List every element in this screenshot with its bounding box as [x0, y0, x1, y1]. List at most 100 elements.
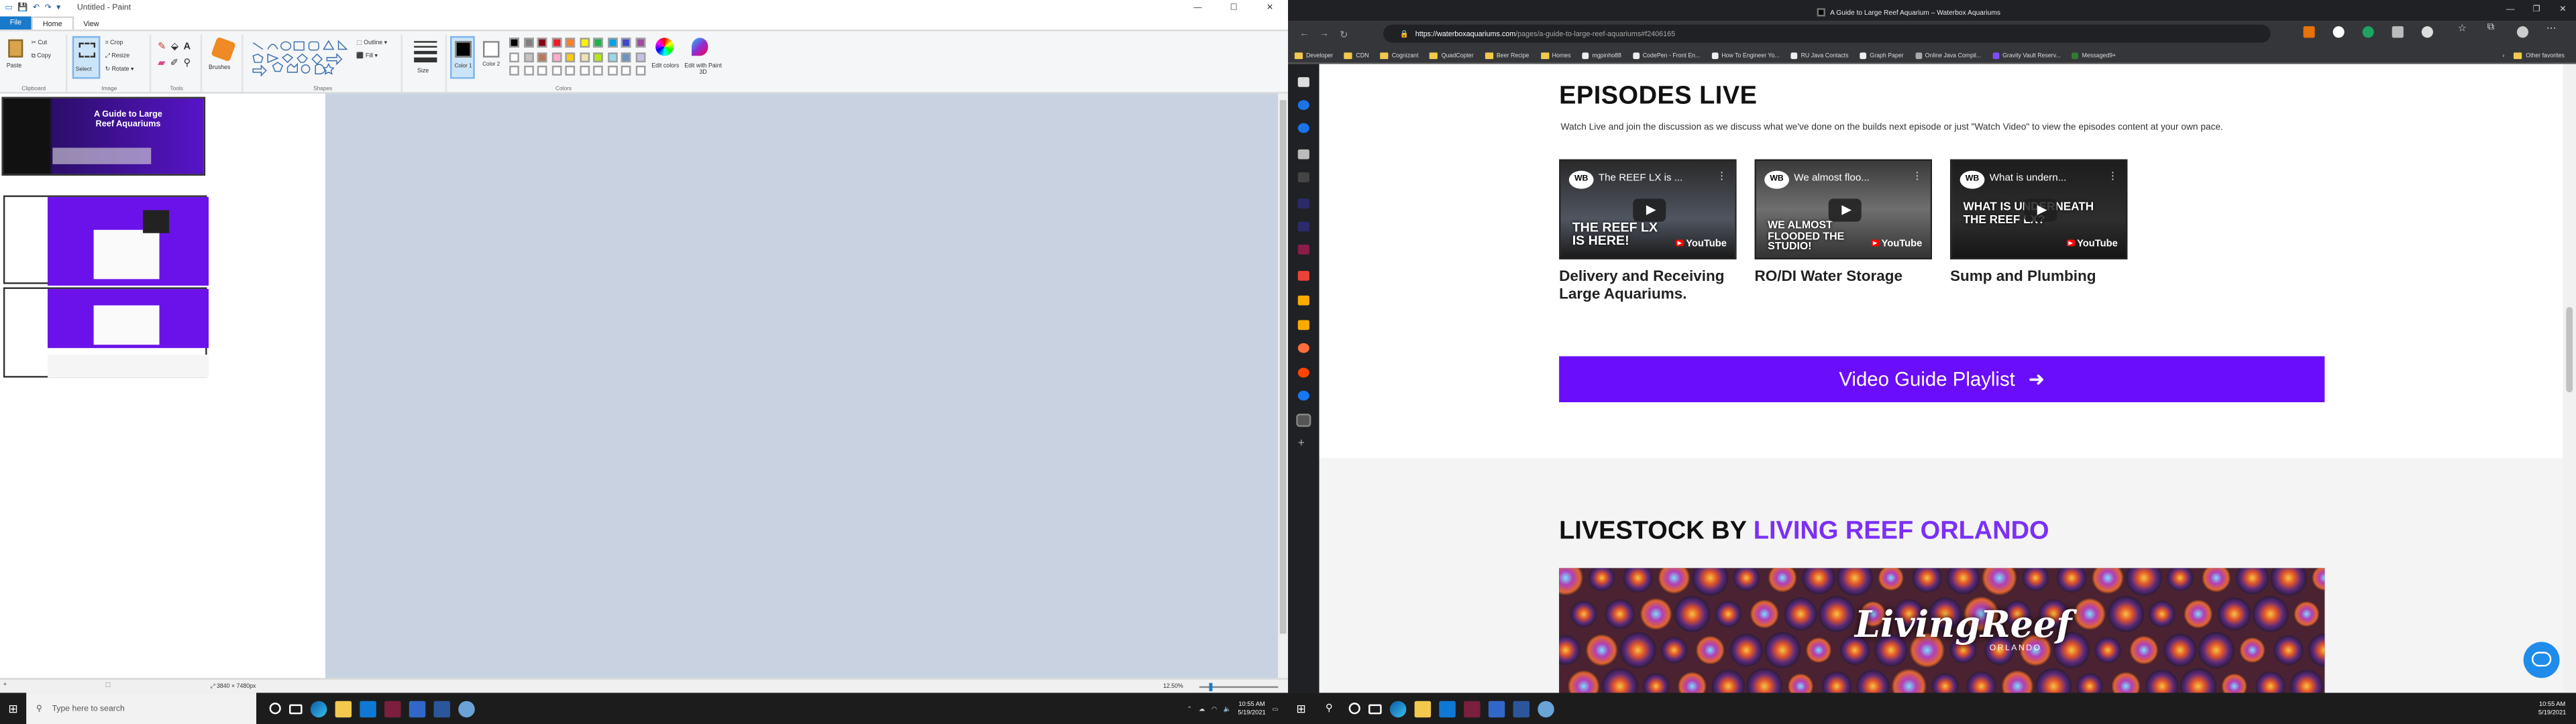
palette-swatch[interactable] [621, 38, 631, 48]
palette-swatch[interactable] [593, 38, 603, 48]
bookmark-item[interactable]: Gravity Vault Reserv... [1992, 52, 2061, 58]
app-icon[interactable] [1462, 700, 1480, 717]
bookmark-item[interactable]: Homes [1540, 52, 1571, 58]
sidebar-app-icon[interactable] [1297, 172, 1309, 182]
custom-color-swatch[interactable] [565, 65, 576, 76]
maximize-button[interactable]: ☐ [1216, 0, 1252, 16]
extension-icon[interactable] [2421, 26, 2433, 38]
paste-button[interactable]: Paste [7, 62, 22, 69]
sidebar-app-icon[interactable] [1297, 221, 1309, 232]
eraser-icon[interactable]: ▰ [158, 59, 170, 69]
palette-swatch[interactable] [565, 38, 576, 48]
task-view-icon[interactable] [289, 703, 303, 714]
livestock-brand[interactable]: LIVING REEF ORLANDO [1754, 517, 2049, 545]
refresh-icon[interactable]: ↻ [1334, 29, 1354, 40]
app-icon[interactable] [384, 700, 401, 717]
custom-color-swatch[interactable] [509, 65, 519, 76]
browser-scrollbar[interactable] [2563, 64, 2576, 693]
sidebar-app-icon[interactable] [1296, 414, 1311, 427]
color-picker-icon[interactable]: ✐ [170, 59, 184, 69]
bookmark-item[interactable]: Developer [1294, 52, 1333, 58]
clock[interactable]: 10:55 AM 5/19/2021 [1238, 700, 1265, 716]
reddit-icon[interactable] [1297, 367, 1309, 378]
network-icon[interactable]: ☁ [1199, 705, 1205, 713]
palette-swatch[interactable] [537, 38, 547, 48]
magnifier-icon[interactable]: ⚲ [183, 59, 195, 69]
notification-icon[interactable]: ▭ [1273, 705, 1279, 713]
sidebar-app-icon[interactable] [1297, 244, 1309, 255]
chat-widget-button[interactable] [2523, 642, 2560, 678]
crop-button[interactable]: ⌗ Crop [105, 40, 123, 46]
custom-color-swatch[interactable] [635, 65, 645, 76]
palette-swatch[interactable] [635, 52, 645, 62]
video-caption-2[interactable]: RO/DI Water Storage [1755, 267, 1949, 286]
video-guide-playlist-button[interactable]: Video Guide Playlist ➜ [1559, 356, 2325, 403]
bookmark-item[interactable]: Online Java Compil... [1915, 52, 1981, 58]
custom-color-swatch[interactable] [551, 65, 561, 76]
play-icon[interactable] [1633, 198, 1666, 222]
more-icon[interactable]: ⋮ [1717, 171, 1727, 182]
edge-icon[interactable] [310, 700, 327, 717]
outlook-icon[interactable] [1438, 700, 1455, 717]
brushes-group[interactable]: Brushes [204, 34, 244, 93]
undo-icon[interactable]: ↶ [33, 3, 40, 13]
grammarly-extension-icon[interactable] [2362, 26, 2374, 38]
shapes-gallery[interactable] [250, 40, 352, 79]
play-icon[interactable] [1828, 198, 1862, 222]
other-favorites[interactable]: Other favorites [2514, 52, 2565, 58]
select-button[interactable]: Select [72, 36, 101, 79]
color2-button[interactable]: Color 2 [480, 36, 504, 79]
facebook-icon[interactable] [1297, 390, 1309, 401]
zoom-slider-thumb[interactable] [1209, 682, 1213, 692]
forward-icon[interactable]: → [1314, 29, 1334, 40]
outline-dropdown[interactable]: ⬚ Outline ▾ [356, 40, 387, 46]
collections-icon[interactable]: ⧉ [2487, 23, 2499, 34]
video-thumbnail-2[interactable]: WB We almost floo... ⋮ WE ALMOST FLOODED… [1754, 159, 1933, 259]
zoom-app-icon[interactable] [409, 700, 426, 717]
wifi-icon[interactable]: ◠ [1212, 705, 1217, 713]
cortana-icon[interactable] [269, 703, 281, 715]
paint-taskbar-icon[interactable] [1537, 700, 1554, 717]
palette-swatch[interactable] [593, 52, 603, 62]
browser-tab[interactable]: A Guide to Large Reef Aquarium – Waterbo… [1817, 3, 2047, 21]
task-view-icon[interactable] [1367, 703, 1381, 714]
sidebar-app-icon[interactable] [1297, 198, 1309, 209]
add-sidebar-icon[interactable]: + [1298, 438, 1305, 450]
custom-color-swatch[interactable] [579, 65, 589, 76]
profile-avatar[interactable] [2516, 26, 2529, 38]
redo-icon[interactable]: ↷ [45, 3, 52, 13]
sidebar-app-icon[interactable] [1297, 149, 1309, 160]
paint-taskbar-icon[interactable] [458, 700, 475, 717]
cut-button[interactable]: ✂ Cut [32, 40, 48, 46]
zoom-slider[interactable] [1199, 682, 1279, 692]
video-caption-1[interactable]: Delivery and Receiving Large Aquariums. [1559, 267, 1753, 304]
bookmark-item[interactable]: How To Engineer Yo... [1711, 52, 1780, 58]
bookmark-item[interactable]: Graph Paper [1860, 52, 1904, 58]
palette-swatch[interactable] [509, 52, 519, 62]
sidebar-app-icon[interactable] [1297, 77, 1309, 87]
paint3d-button[interactable]: Edit with Paint 3D [684, 62, 723, 76]
palette-swatch[interactable] [537, 52, 547, 62]
fill-dropdown[interactable]: ⬛ Fill ▾ [356, 52, 378, 59]
palette-swatch[interactable] [606, 38, 617, 48]
word-icon[interactable] [433, 700, 451, 717]
browser-scroll-thumb[interactable] [2566, 306, 2573, 393]
edit-colors-icon[interactable] [655, 38, 674, 56]
sidebar-app-icon[interactable] [1297, 343, 1309, 353]
file-explorer-icon[interactable] [1413, 700, 1430, 717]
resize-button[interactable]: ⤢ Resize [105, 52, 129, 59]
close-button[interactable]: ✕ [1252, 0, 1288, 16]
outlook-icon[interactable] [360, 700, 376, 717]
palette-swatch[interactable] [551, 52, 561, 62]
chat-extension-icon[interactable] [2332, 26, 2345, 38]
tab-view[interactable]: View [74, 19, 109, 27]
rss-extension-icon[interactable] [2303, 26, 2315, 38]
address-bar[interactable]: 🔒 https://waterboxaquariums.com/pages/a-g… [1383, 24, 2271, 43]
volume-icon[interactable]: 🔈 [1224, 705, 1232, 713]
edge-icon[interactable] [1389, 700, 1406, 717]
text-icon[interactable]: A [183, 43, 195, 53]
video-thumbnail-1[interactable]: WB The REEF LX is ... ⋮ THE REEF LX IS H… [1559, 159, 1737, 259]
bookmark-item[interactable]: Cognizant [1380, 52, 1418, 58]
fill-bucket-icon[interactable]: ⬙ [171, 43, 184, 53]
bookmark-item[interactable]: Messaged9+ [2072, 52, 2116, 58]
